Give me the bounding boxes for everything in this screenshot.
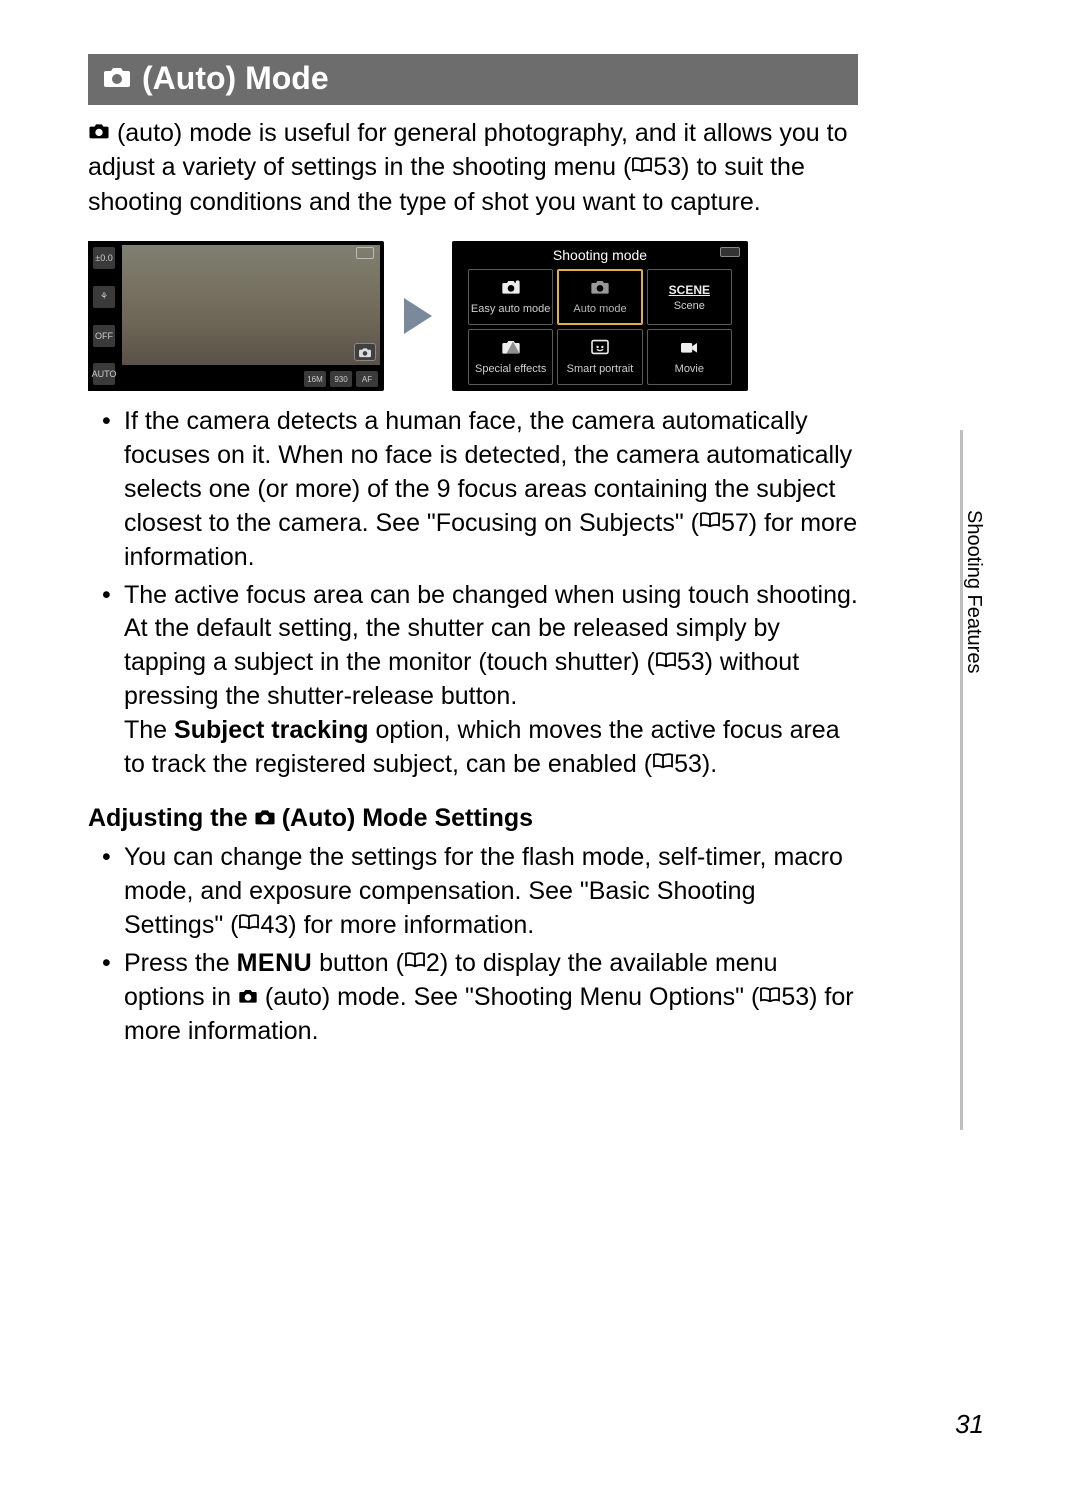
sb2-ref2: 53 [781, 983, 809, 1011]
book-icon [631, 150, 653, 184]
battery-icon [720, 247, 740, 257]
mode-easy-auto[interactable]: Easy auto mode [468, 269, 553, 325]
auto-mode-badge [354, 343, 376, 361]
lcd-left-strip: ±0.0 ⚘ OFF AUTO [88, 241, 120, 391]
illustration-row: ±0.0 ⚘ OFF AUTO 16M 930 AF Shooting mode [88, 241, 858, 391]
book-icon [238, 907, 260, 941]
sb1-ref: 43 [260, 911, 288, 939]
timer-off-icon: OFF [93, 325, 115, 347]
mode-smart-portrait[interactable]: Smart portrait [557, 329, 642, 385]
menu-word: MENU [237, 949, 313, 977]
feature-bullets: If the camera detects a human face, the … [88, 405, 858, 782]
bullet2-bold: Subject tracking [174, 716, 369, 744]
bullet2-ref2: 53 [674, 750, 702, 778]
mode-scene[interactable]: SCENE Scene [647, 269, 732, 325]
smart-portrait-icon [590, 339, 610, 360]
camera-icon [254, 804, 276, 833]
image-size-icon: 16M [304, 371, 326, 387]
camera-icon [238, 980, 258, 1014]
section-title-bar: (Auto) Mode [88, 54, 858, 105]
camera-lcd-preview: ±0.0 ⚘ OFF AUTO 16M 930 AF [88, 241, 384, 391]
easy-auto-icon [501, 279, 521, 300]
mode-auto[interactable]: Auto mode [557, 269, 642, 325]
bullet-face-detect: If the camera detects a human face, the … [124, 405, 858, 574]
bullet2-e: ). [702, 750, 717, 778]
bullet-touch-shutter: The active focus area can be changed whe… [124, 579, 858, 783]
bullet1-ref: 57 [721, 509, 749, 537]
lcd-bottom-icons: 16M 930 AF [304, 371, 378, 387]
camera-icon [88, 116, 110, 150]
mode-label: Scene [674, 300, 705, 312]
arrow-right-icon [404, 298, 432, 334]
bullet-basic-settings: You can change the settings for the flas… [124, 841, 858, 943]
shots-remaining: 930 [330, 371, 352, 387]
mode-label: Easy auto mode [471, 303, 551, 315]
macro-icon: ⚘ [93, 286, 115, 308]
auto-icon [590, 279, 610, 300]
mode-label: Auto mode [573, 303, 626, 315]
af-icon: AF [356, 371, 378, 387]
shooting-mode-header: Shooting mode [468, 245, 732, 269]
flash-auto-icon: AUTO [93, 363, 115, 385]
book-icon [404, 945, 426, 979]
book-icon [652, 746, 674, 780]
ev-comp-icon: ±0.0 [93, 247, 115, 269]
shooting-mode-grid: Easy auto mode Auto mode SCENE Scene Spe… [468, 269, 732, 385]
side-thumb-tab: Shooting Features [960, 430, 984, 1130]
mode-label: Smart portrait [567, 363, 634, 375]
sb1-b: ) for more information. [288, 911, 534, 939]
mode-movie[interactable]: Movie [647, 329, 732, 385]
bullet-menu-button: Press the MENU button (2) to display the… [124, 947, 858, 1049]
book-icon [759, 980, 781, 1014]
intro-ref: 53 [653, 153, 681, 181]
subhead-b: (Auto) Mode Settings [282, 804, 533, 833]
page-number: 31 [955, 1409, 984, 1440]
bullet2-ref1: 53 [677, 648, 705, 676]
lcd-live-view [122, 245, 380, 365]
movie-icon [679, 339, 699, 360]
memory-card-icon [356, 247, 374, 259]
intro-paragraph: (auto) mode is useful for general photog… [88, 117, 858, 219]
camera-icon [102, 60, 132, 97]
mode-special-effects[interactable]: Special effects [468, 329, 553, 385]
shooting-mode-menu: Shooting mode Easy auto mode Auto mode S… [452, 241, 748, 391]
book-icon [699, 505, 721, 539]
book-icon [655, 645, 677, 679]
side-tab-label: Shooting Features [962, 510, 985, 673]
bullet2-c: The [124, 716, 174, 744]
sb2-ref1: 2 [426, 949, 440, 977]
section-title-text: (Auto) Mode [142, 60, 329, 97]
mode-label: Special effects [475, 363, 546, 375]
sb2-b: button ( [312, 949, 404, 977]
special-effects-icon [501, 339, 521, 360]
subhead-a: Adjusting the [88, 804, 248, 833]
sb2-d: (auto) mode. See "Shooting Menu Options"… [258, 983, 759, 1011]
settings-bullets: You can change the settings for the flas… [88, 841, 858, 1049]
scene-icon: SCENE [669, 283, 710, 297]
subheading: Adjusting the (Auto) Mode Settings [88, 804, 858, 833]
sb2-a: Press the [124, 949, 237, 977]
mode-label: Movie [675, 363, 704, 375]
